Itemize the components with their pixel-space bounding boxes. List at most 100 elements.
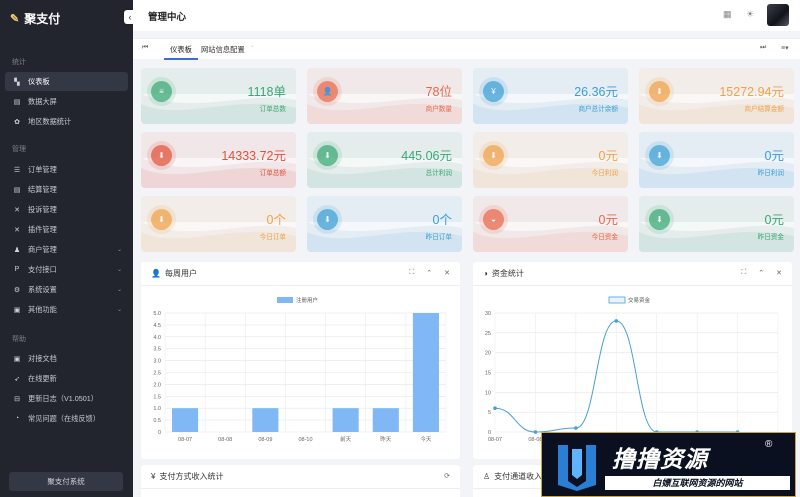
- y-tick-label: 0: [158, 430, 161, 436]
- x-tick-label: 08-10: [298, 437, 312, 443]
- bar: [372, 408, 399, 432]
- sidebar-item-order[interactable]: ☰ 订单管理: [5, 160, 128, 179]
- stat-value: 26.36元: [574, 85, 618, 99]
- brand-name: 聚支付: [24, 12, 61, 26]
- expand-icon[interactable]: ⛶: [741, 269, 746, 277]
- stat-card: ◒ 0元 今日资金: [473, 196, 628, 252]
- channel-icon: ♙: [483, 472, 491, 481]
- expand-icon[interactable]: ⛶: [409, 269, 414, 277]
- collapse-icon[interactable]: ⌃: [758, 269, 764, 277]
- y-tick-label: 4.0: [153, 335, 161, 341]
- sidebar-item-label: 常见问题（在线反馈）: [28, 413, 100, 423]
- pay-icon: P: [14, 266, 20, 273]
- close-icon[interactable]: ✕: [776, 269, 782, 277]
- tab-menu-icon[interactable]: ≡▾: [781, 44, 789, 52]
- legend-label: 交易资金: [628, 296, 651, 304]
- tab-site-config[interactable]: 网站信息配置: [201, 39, 245, 60]
- sidebar-item-region[interactable]: ✿ 地区数据统计: [5, 112, 128, 131]
- stat-card: ⬇ 14333.72元 订单总额: [141, 132, 296, 188]
- faq-icon: ◔: [14, 415, 20, 422]
- stat-icon: ⬇: [649, 145, 670, 166]
- sidebar-item-settings[interactable]: ⚙ 系统设置 ⌄: [5, 280, 128, 299]
- data-point: [614, 319, 619, 323]
- sidebar-item-screen[interactable]: ▤ 数据大屏: [5, 92, 128, 111]
- x-tick-label: 08-08: [218, 437, 232, 443]
- sidebar-item-faq[interactable]: ◔ 常见问题（在线反馈）: [5, 409, 128, 428]
- sidebar-item-pay[interactable]: P 支付接口 ⌄: [5, 260, 128, 279]
- merchant-icon: ♟: [13, 246, 21, 254]
- panel-header: ¥ 支付方式收入统计 ⟳: [141, 465, 460, 489]
- sidebar-item-label: 插件管理: [28, 224, 57, 234]
- region-icon: ✿: [14, 118, 20, 126]
- sidebar-item-merchant[interactable]: ♟ 商户管理 ⌄: [5, 240, 128, 259]
- sidebar-item-label: 更新日志（V1.0501）: [28, 393, 98, 403]
- stat-card: ⬇ 15272.94元 商户结算金额: [639, 68, 794, 124]
- other-icon: ▣: [13, 306, 21, 314]
- stat-label: 商户总计余额: [578, 106, 618, 113]
- order-icon: ☰: [13, 166, 21, 174]
- stat-icon: ◒: [483, 209, 504, 230]
- x-tick-label: 08-07: [488, 437, 502, 443]
- sidebar-item-complaint[interactable]: ✕ 投诉管理: [5, 200, 128, 219]
- x-tick-label: 前天: [340, 435, 352, 443]
- stat-label: 商户结算金额: [744, 106, 784, 113]
- sidebar-item-label: 在线更新: [28, 373, 57, 383]
- collapse-icon[interactable]: ⌃: [426, 269, 432, 277]
- sidebar-item-label: 结算管理: [28, 184, 57, 194]
- page-title: 管理中心: [148, 12, 187, 23]
- stat-card: ⬇ 0元 昨日资金: [639, 196, 794, 252]
- stat-label: 昨日利润: [757, 170, 784, 177]
- sidebar-item-other[interactable]: ▣ 其他功能 ⌄: [5, 300, 128, 319]
- settings-icon: ⚙: [13, 286, 21, 294]
- stat-card: ⬇ 0元 今日利润: [473, 132, 628, 188]
- stat-value: 0元: [764, 149, 784, 163]
- panel-title: 资金统计: [491, 269, 524, 278]
- pay-method-panel: ¥ 支付方式收入统计 ⟳: [141, 465, 460, 497]
- data-point: [533, 430, 538, 434]
- stat-card: ⬇ 445.06元 总计利润: [307, 132, 462, 188]
- stat-icon: ⬇: [483, 145, 504, 166]
- sidebar-item-log[interactable]: ⊟ 更新日志（V1.0501）: [5, 389, 128, 408]
- stat-card: ¥26.36元 商户总计余额: [473, 68, 628, 124]
- stat-label: 今日订单: [259, 234, 286, 241]
- bar: [252, 408, 279, 432]
- avatar[interactable]: [767, 4, 789, 26]
- tab-next-icon[interactable]: ⏭: [760, 44, 766, 52]
- stat-value: 15272.94元: [719, 85, 784, 99]
- theme-icon[interactable]: ☀: [746, 9, 754, 20]
- tab-dashboard[interactable]: 仪表板: [164, 39, 198, 60]
- sidebar-item-update[interactable]: ➶ 在线更新: [5, 369, 128, 388]
- log-icon: ⊟: [14, 395, 20, 403]
- y-tick-label: 10: [485, 390, 491, 396]
- yen-icon: ¥: [151, 472, 156, 481]
- grid-icon[interactable]: ▦: [723, 9, 732, 20]
- bar: [172, 408, 199, 432]
- chevron-down-icon: ⌄: [116, 267, 122, 273]
- panel-header: ◑ 资金统计 ⛶ ⌃ ✕: [473, 262, 792, 286]
- close-icon[interactable]: ✕: [444, 269, 450, 277]
- stat-value: 0元: [598, 213, 618, 227]
- brand[interactable]: ✎ 聚支付: [0, 0, 133, 37]
- stat-value: 0个: [266, 213, 286, 227]
- sidebar-item-plugin[interactable]: ✕ 插件管理: [5, 220, 128, 239]
- sidebar-item-settle[interactable]: ▤ 结算管理: [5, 180, 128, 199]
- data-point: [493, 406, 497, 410]
- y-tick-label: 5.0: [153, 311, 161, 317]
- sidebar-item-doc[interactable]: ▣ 对接文档: [5, 349, 128, 368]
- panel-title: 支付通道收入: [494, 472, 543, 481]
- sidebar-item-label: 投诉管理: [28, 204, 57, 214]
- sidebar-item-dashboard[interactable]: ▚ 仪表板: [5, 72, 128, 91]
- sidebar-item-label: 支付接口: [28, 264, 57, 274]
- chevron-down-icon: ⌄: [116, 307, 122, 313]
- stat-icon: ⬇: [151, 209, 172, 230]
- y-tick-label: 1.0: [153, 406, 161, 412]
- sidebar-section-title: 统计: [12, 59, 26, 66]
- refresh-icon[interactable]: ⟳: [444, 472, 450, 480]
- stat-label: 订单总数: [259, 106, 286, 113]
- tab-prev-icon[interactable]: ⏮: [142, 44, 148, 52]
- stat-card: ⬇ 0个 昨日订单: [307, 196, 462, 252]
- sidebar-footer-button[interactable]: 聚支付系统: [9, 472, 123, 491]
- weekly-users-chart: 0 0.5 1.0 1.5 2.0 2.5 3.0 3.5 4.0 4.5 5.0 08-07 08-0…: [153, 296, 447, 443]
- tab-close-icon[interactable]: ·: [251, 43, 253, 50]
- sidebar-section-title: 帮助: [12, 336, 26, 343]
